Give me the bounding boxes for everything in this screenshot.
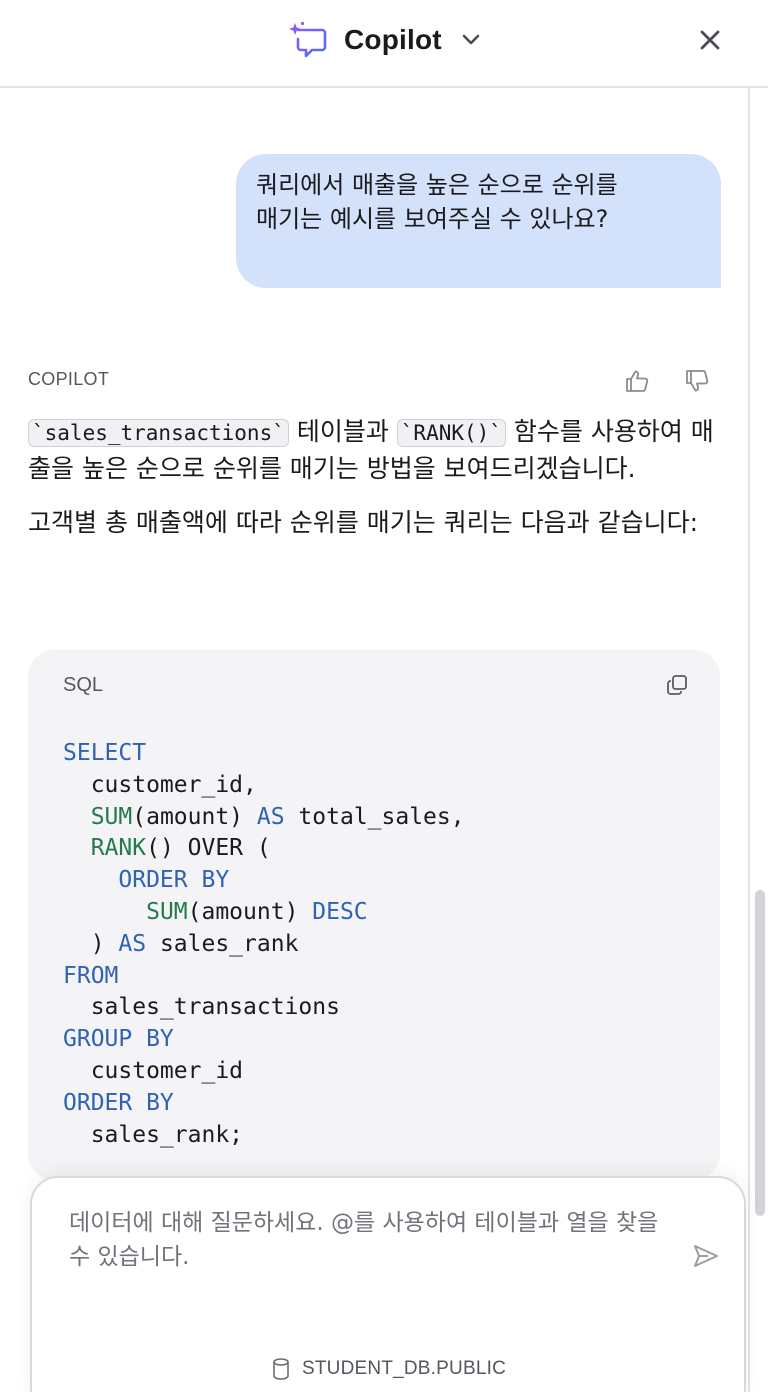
code-text: (amount) [132,803,257,830]
code-text: (amount) [187,898,313,925]
code-text: ) [63,930,119,957]
close-button[interactable] [692,22,728,58]
code-keyword: DESC [312,898,368,925]
model-dropdown-button[interactable] [460,29,482,51]
response-paragraph-2: 고객별 총 매출액에 따라 순위를 매기는 쿼리는 다음과 같습니다: [28,508,698,537]
database-icon [273,1358,289,1380]
code-keyword: AS [256,803,285,830]
code-line: sales_rank; [63,1122,243,1148]
assistant-label: COPILOT [28,369,110,389]
thumbs-down-button[interactable] [682,366,712,396]
code-line: customer_id, [63,772,257,798]
code-line: GROUP BY [63,1026,174,1052]
header: Copilot [0,0,768,88]
code-line: SELECT [63,740,146,766]
code-text: customer_id [63,1057,244,1084]
chevron-down-icon [462,34,480,45]
send-icon [694,1245,718,1267]
code-keyword: ORDER BY [118,867,230,894]
assistant-response: `sales_transactions` 테이블과 `RANK()` 함수를 사… [28,414,728,559]
copilot-panel: Copilot 쿼리에서 매출을 높은 순으로 순위를 매기는 예시를 보여주실… [0,0,768,1392]
thumbs-down-icon [686,370,709,392]
code-line: FROM [63,963,118,989]
title-group[interactable]: Copilot [288,20,482,60]
code-text: sales_rank [146,930,299,957]
code-text: total_sales, [284,803,465,830]
response-paragraph-1: `sales_transactions` 테이블과 `RANK()` 함수를 사… [28,414,728,487]
code-keyword: ORDER BY [63,1089,174,1116]
inline-code-function: `RANK()` [396,419,506,447]
copilot-logo-icon [289,21,327,58]
code-text: () OVER ( [146,835,271,862]
copy-icon [667,675,687,695]
code-function: SUM [146,898,188,925]
thumbs-up-icon [626,370,649,392]
code-keyword: FROM [63,962,119,989]
inline-code-table: `sales_transactions` [28,419,289,447]
code-line: SUM(amount) AS total_sales, [63,804,465,830]
code-block: SQL SELECT customer_id, SUM(amount) AS t… [28,650,720,1180]
thumbs-up-button[interactable] [622,366,652,396]
database-context-label: STUDENT_DB.PUBLIC [302,1358,506,1379]
code-keyword: GROUP BY [63,1026,174,1053]
code-function: RANK [90,835,147,862]
code-text: customer_id, [63,771,257,798]
chat-input-box[interactable]: 데이터에 대해 질문하세요. @를 사용하여 테이블과 열을 찾을 수 있습니다… [30,1176,746,1392]
code-text: sales_transactions [63,994,340,1021]
database-context-selector[interactable]: STUDENT_DB.PUBLIC [272,1358,506,1380]
user-message-text: 쿼리에서 매출을 높은 순으로 순위를 매기는 예시를 보여주실 수 있나요? [256,171,618,233]
code-text: sales_rank; [63,1121,244,1148]
send-button[interactable] [690,1240,722,1272]
copy-code-button[interactable] [664,672,690,698]
code-keyword: AS [118,930,147,957]
code-line: SUM(amount) DESC [63,899,368,925]
panel-divider [748,88,750,1392]
code-line: sales_transactions [63,994,340,1020]
code-line: RANK() OVER ( [63,835,271,861]
close-icon [700,30,720,50]
response-text: 테이블과 [288,417,397,446]
user-message: 쿼리에서 매출을 높은 순으로 순위를 매기는 예시를 보여주실 수 있나요? [236,154,721,288]
scrollbar[interactable] [755,890,765,1216]
code-keyword: SELECT [63,740,147,766]
code-content: SELECT customer_id, SUM(amount) AS total… [63,738,465,1151]
code-function: SUM [90,803,133,830]
code-line: customer_id [63,1058,243,1084]
code-line: ORDER BY [63,867,229,893]
chat-input-placeholder[interactable]: 데이터에 대해 질문하세요. @를 사용하여 테이블과 열을 찾을 수 있습니다… [69,1206,659,1274]
app-title: Copilot [344,24,442,55]
code-line: ) AS sales_rank [63,930,299,957]
code-language-label: SQL [63,674,104,696]
code-line: ORDER BY [63,1090,174,1116]
